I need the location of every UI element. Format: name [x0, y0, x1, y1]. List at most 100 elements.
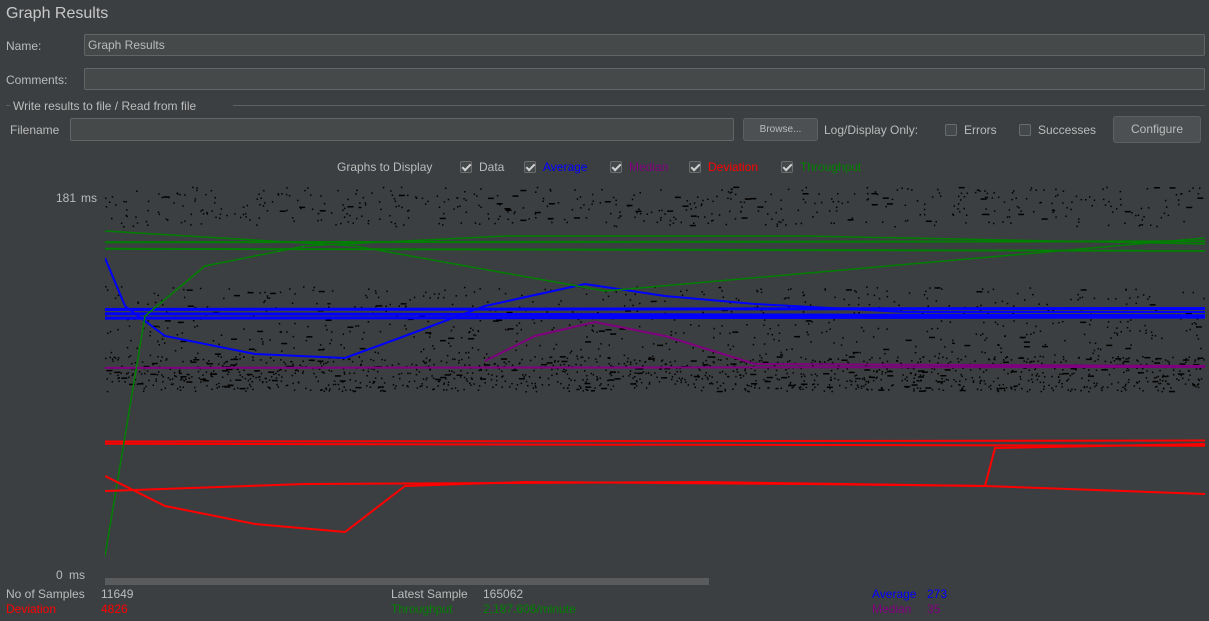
data-point [565, 369, 567, 372]
data-point [377, 296, 380, 299]
data-point [421, 197, 424, 200]
data-point [246, 387, 249, 389]
data-point [850, 383, 853, 386]
data-point [835, 210, 838, 212]
data-point [701, 203, 703, 205]
data-point [464, 191, 466, 193]
data-point [183, 296, 186, 299]
data-point [1192, 383, 1194, 385]
data-point [960, 373, 962, 376]
data-point [604, 201, 611, 203]
data-point [273, 373, 275, 375]
data-point [957, 208, 959, 210]
data-point [1043, 388, 1045, 390]
data-point [702, 311, 704, 314]
data-point [174, 375, 176, 377]
data-point [712, 361, 715, 363]
median-checkbox[interactable] [610, 161, 622, 173]
data-point [913, 390, 915, 392]
data-point [254, 370, 260, 372]
data-point [984, 352, 986, 354]
data-point [580, 348, 582, 351]
data-checkbox[interactable] [460, 161, 472, 173]
data-point [609, 373, 612, 375]
horizontal-scrollbar[interactable] [105, 578, 709, 585]
comments-field[interactable] [84, 68, 1205, 90]
data-point [1042, 372, 1044, 374]
data-point [163, 342, 166, 344]
latest-sample-label: Latest Sample [391, 587, 468, 601]
browse-button[interactable]: Browse... [743, 118, 818, 141]
data-point [325, 319, 332, 321]
data-point [752, 359, 754, 361]
data-point [947, 379, 949, 381]
data-point [448, 337, 455, 340]
data-point [365, 294, 367, 297]
data-point [518, 378, 525, 380]
data-point [930, 371, 933, 373]
data-point [1117, 381, 1119, 384]
data-point [889, 370, 891, 372]
filename-field[interactable] [70, 118, 734, 141]
data-point [423, 361, 425, 363]
data-point [398, 305, 400, 307]
data-point [234, 213, 236, 215]
data-point [157, 356, 159, 358]
data-point [879, 357, 881, 359]
data-point [707, 378, 709, 380]
data-point [487, 213, 489, 215]
data-point [951, 351, 953, 353]
data-point [862, 330, 865, 332]
data-point [135, 216, 137, 218]
data-point [1026, 333, 1028, 336]
data-point [511, 382, 513, 385]
throughput-checkbox[interactable] [781, 161, 793, 173]
data-point [349, 379, 351, 381]
data-point [249, 339, 251, 341]
name-field[interactable] [84, 34, 1205, 56]
data-point [1172, 374, 1175, 376]
data-point [1046, 303, 1048, 306]
average-checkbox[interactable] [524, 161, 536, 173]
data-point [233, 388, 236, 390]
data-point [729, 348, 732, 351]
data-point [579, 196, 582, 198]
data-point [305, 387, 307, 390]
data-point [1172, 356, 1174, 359]
errors-checkbox[interactable] [945, 124, 957, 136]
data-point [898, 304, 900, 306]
data-point [268, 371, 275, 373]
data-point [994, 356, 996, 358]
data-point [1120, 331, 1122, 333]
data-point [992, 222, 995, 225]
data-point [751, 383, 758, 385]
data-point [803, 384, 805, 386]
data-point [878, 369, 881, 371]
data-point [722, 296, 724, 298]
data-point [437, 385, 439, 387]
data-point [745, 372, 747, 375]
data-point [913, 388, 915, 390]
data-point [548, 203, 555, 205]
data-point [922, 374, 925, 377]
data-point [230, 358, 233, 361]
data-point [448, 370, 451, 372]
data-point [1187, 369, 1190, 372]
data-point [239, 358, 241, 360]
data-point [1133, 385, 1136, 387]
data-point [931, 388, 934, 391]
data-point [802, 373, 805, 376]
data-point [179, 372, 181, 375]
data-point [958, 195, 960, 198]
configure-button[interactable]: Configure [1113, 116, 1201, 143]
data-point [1137, 360, 1139, 362]
data-point [881, 388, 883, 391]
data-point [635, 210, 642, 213]
data-point [612, 196, 615, 199]
data-point [734, 218, 737, 220]
successes-checkbox[interactable] [1019, 124, 1031, 136]
data-point [390, 190, 392, 192]
deviation-checkbox[interactable] [689, 161, 701, 173]
data-point [1126, 369, 1128, 372]
data-point [352, 390, 354, 392]
